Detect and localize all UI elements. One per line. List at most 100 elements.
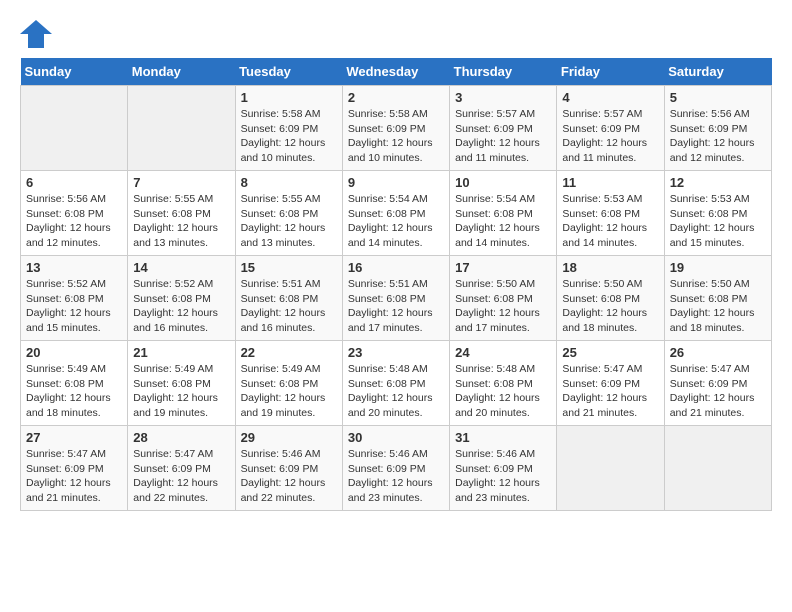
day-cell: 15Sunrise: 5:51 AM Sunset: 6:08 PM Dayli… [235, 256, 342, 341]
day-info: Sunrise: 5:53 AM Sunset: 6:08 PM Dayligh… [562, 192, 658, 251]
day-cell: 11 Sunrise: 5:53 AM Sunset: 6:08 PM Dayli… [557, 171, 664, 256]
day-cell: 25 Sunrise: 5:47 AM Sunset: 6:09 PM Dayli… [557, 341, 664, 426]
day-cell: 13 Sunrise: 5:52 AM Sunset: 6:08 PM Dayli… [21, 256, 128, 341]
day-info: Sunrise: 5:48 AM Sunset: 6:08 PM Dayligh… [348, 362, 444, 421]
weekday-header-monday: Monday [128, 58, 235, 86]
day-cell: 21 Sunrise: 5:49 AM Sunset: 6:08 PM Dayli… [128, 341, 235, 426]
day-cell: 2 Sunrise: 5:58 AM Sunset: 6:09 PM Daylig… [342, 86, 449, 171]
day-cell: 8 Sunrise: 5:55 AM Sunset: 6:08 PM Daylig… [235, 171, 342, 256]
day-cell: 18 Sunrise: 5:50 AM Sunset: 6:08 PM Dayli… [557, 256, 664, 341]
day-cell [664, 426, 771, 511]
day-number: 15 [241, 260, 337, 275]
day-info: Sunrise: 5:53 AM Sunset: 6:08 PM Dayligh… [670, 192, 766, 251]
day-number: 18 [562, 260, 658, 275]
logo-icon [20, 20, 52, 48]
day-info: Sunrise: 5:58 AM Sunset: 6:09 PM Dayligh… [348, 107, 444, 166]
day-info: Sunrise: 5:46 AM Sunset: 6:09 PM Dayligh… [455, 447, 551, 506]
day-number: 4 [562, 90, 658, 105]
day-cell: 5 Sunrise: 5:56 AM Sunset: 6:09 PM Daylig… [664, 86, 771, 171]
day-cell: 3Sunrise: 5:57 AM Sunset: 6:09 PM Daylig… [450, 86, 557, 171]
day-info: Sunrise: 5:49 AM Sunset: 6:08 PM Dayligh… [241, 362, 337, 421]
day-cell: 9 Sunrise: 5:54 AM Sunset: 6:08 PM Daylig… [342, 171, 449, 256]
day-number: 9 [348, 175, 444, 190]
day-cell [21, 86, 128, 171]
day-number: 6 [26, 175, 122, 190]
day-cell: 22 Sunrise: 5:49 AM Sunset: 6:08 PM Dayli… [235, 341, 342, 426]
day-cell: 19 Sunrise: 5:50 AM Sunset: 6:08 PM Dayli… [664, 256, 771, 341]
day-info: Sunrise: 5:57 AM Sunset: 6:09 PM Dayligh… [455, 107, 551, 166]
week-row-4: 20 Sunrise: 5:49 AM Sunset: 6:08 PM Dayli… [21, 341, 772, 426]
day-number: 20 [26, 345, 122, 360]
day-cell [557, 426, 664, 511]
day-cell: 4Sunrise: 5:57 AM Sunset: 6:09 PM Daylig… [557, 86, 664, 171]
day-number: 31 [455, 430, 551, 445]
day-number: 30 [348, 430, 444, 445]
day-cell: 28 Sunrise: 5:47 AM Sunset: 6:09 PM Dayli… [128, 426, 235, 511]
day-info: Sunrise: 5:49 AM Sunset: 6:08 PM Dayligh… [133, 362, 229, 421]
day-cell: 30 Sunrise: 5:46 AM Sunset: 6:09 PM Dayli… [342, 426, 449, 511]
weekday-header-thursday: Thursday [450, 58, 557, 86]
day-number: 10 [455, 175, 551, 190]
day-cell: 7Sunrise: 5:55 AM Sunset: 6:08 PM Daylig… [128, 171, 235, 256]
day-info: Sunrise: 5:58 AM Sunset: 6:09 PM Dayligh… [241, 107, 337, 166]
day-number: 24 [455, 345, 551, 360]
day-cell: 29 Sunrise: 5:46 AM Sunset: 6:09 PM Dayli… [235, 426, 342, 511]
day-number: 28 [133, 430, 229, 445]
day-number: 26 [670, 345, 766, 360]
day-number: 5 [670, 90, 766, 105]
day-info: Sunrise: 5:47 AM Sunset: 6:09 PM Dayligh… [133, 447, 229, 506]
weekday-header-row: SundayMondayTuesdayWednesdayThursdayFrid… [21, 58, 772, 86]
day-cell: 26 Sunrise: 5:47 AM Sunset: 6:09 PM Dayli… [664, 341, 771, 426]
day-cell: 14Sunrise: 5:52 AM Sunset: 6:08 PM Dayli… [128, 256, 235, 341]
day-info: Sunrise: 5:49 AM Sunset: 6:08 PM Dayligh… [26, 362, 122, 421]
day-number: 29 [241, 430, 337, 445]
weekday-header-tuesday: Tuesday [235, 58, 342, 86]
day-cell: 10Sunrise: 5:54 AM Sunset: 6:08 PM Dayli… [450, 171, 557, 256]
day-info: Sunrise: 5:47 AM Sunset: 6:09 PM Dayligh… [562, 362, 658, 421]
day-cell: 12 Sunrise: 5:53 AM Sunset: 6:08 PM Dayli… [664, 171, 771, 256]
day-number: 8 [241, 175, 337, 190]
weekday-header-wednesday: Wednesday [342, 58, 449, 86]
day-info: Sunrise: 5:47 AM Sunset: 6:09 PM Dayligh… [26, 447, 122, 506]
day-info: Sunrise: 5:50 AM Sunset: 6:08 PM Dayligh… [670, 277, 766, 336]
weekday-header-sunday: Sunday [21, 58, 128, 86]
logo [20, 20, 56, 48]
day-number: 16 [348, 260, 444, 275]
day-info: Sunrise: 5:50 AM Sunset: 6:08 PM Dayligh… [562, 277, 658, 336]
day-number: 27 [26, 430, 122, 445]
day-number: 2 [348, 90, 444, 105]
day-cell: 1 Sunrise: 5:58 AM Sunset: 6:09 PM Daylig… [235, 86, 342, 171]
day-info: Sunrise: 5:46 AM Sunset: 6:09 PM Dayligh… [241, 447, 337, 506]
day-info: Sunrise: 5:47 AM Sunset: 6:09 PM Dayligh… [670, 362, 766, 421]
day-info: Sunrise: 5:50 AM Sunset: 6:08 PM Dayligh… [455, 277, 551, 336]
day-info: Sunrise: 5:51 AM Sunset: 6:08 PM Dayligh… [348, 277, 444, 336]
day-info: Sunrise: 5:52 AM Sunset: 6:08 PM Dayligh… [133, 277, 229, 336]
page-header [20, 20, 772, 48]
day-cell: 23Sunrise: 5:48 AM Sunset: 6:08 PM Dayli… [342, 341, 449, 426]
day-info: Sunrise: 5:56 AM Sunset: 6:09 PM Dayligh… [670, 107, 766, 166]
day-number: 22 [241, 345, 337, 360]
week-row-2: 6 Sunrise: 5:56 AM Sunset: 6:08 PM Daylig… [21, 171, 772, 256]
day-number: 13 [26, 260, 122, 275]
day-cell [128, 86, 235, 171]
day-cell: 31 Sunrise: 5:46 AM Sunset: 6:09 PM Dayli… [450, 426, 557, 511]
weekday-header-friday: Friday [557, 58, 664, 86]
day-number: 1 [241, 90, 337, 105]
day-info: Sunrise: 5:52 AM Sunset: 6:08 PM Dayligh… [26, 277, 122, 336]
day-number: 11 [562, 175, 658, 190]
week-row-5: 27 Sunrise: 5:47 AM Sunset: 6:09 PM Dayli… [21, 426, 772, 511]
day-cell: 16 Sunrise: 5:51 AM Sunset: 6:08 PM Dayli… [342, 256, 449, 341]
day-info: Sunrise: 5:55 AM Sunset: 6:08 PM Dayligh… [241, 192, 337, 251]
day-number: 25 [562, 345, 658, 360]
day-cell: 24Sunrise: 5:48 AM Sunset: 6:08 PM Dayli… [450, 341, 557, 426]
day-number: 12 [670, 175, 766, 190]
day-info: Sunrise: 5:56 AM Sunset: 6:08 PM Dayligh… [26, 192, 122, 251]
day-info: Sunrise: 5:55 AM Sunset: 6:08 PM Dayligh… [133, 192, 229, 251]
day-number: 21 [133, 345, 229, 360]
day-info: Sunrise: 5:54 AM Sunset: 6:08 PM Dayligh… [348, 192, 444, 251]
day-cell: 17Sunrise: 5:50 AM Sunset: 6:08 PM Dayli… [450, 256, 557, 341]
day-cell: 6 Sunrise: 5:56 AM Sunset: 6:08 PM Daylig… [21, 171, 128, 256]
week-row-3: 13 Sunrise: 5:52 AM Sunset: 6:08 PM Dayli… [21, 256, 772, 341]
day-info: Sunrise: 5:46 AM Sunset: 6:09 PM Dayligh… [348, 447, 444, 506]
day-number: 19 [670, 260, 766, 275]
